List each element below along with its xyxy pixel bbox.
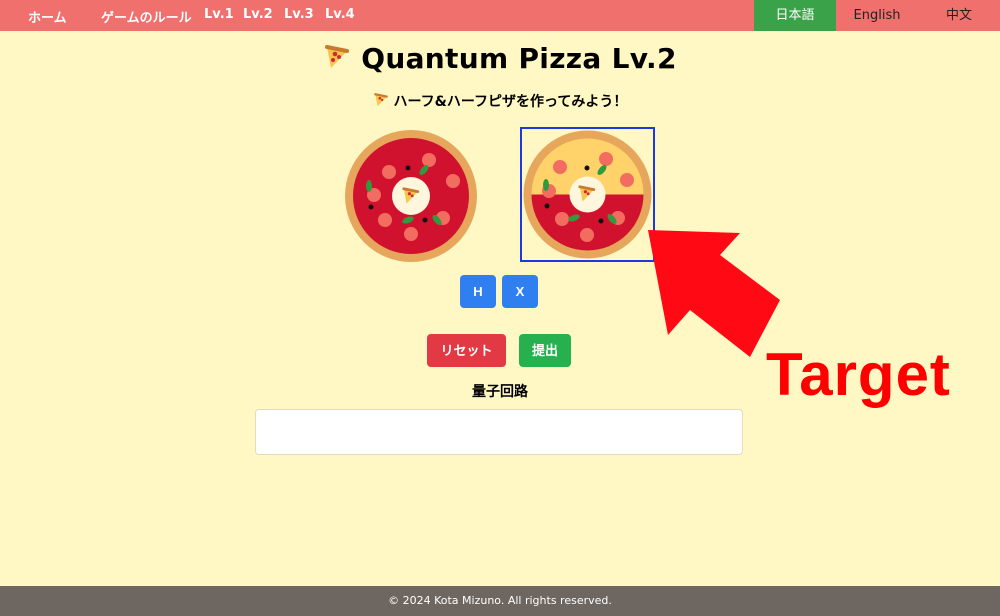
page-subtitle: ハーフ&ハーフピザを作ってみよう！ xyxy=(0,91,1000,112)
nav-lv4-link[interactable]: Lv.4 xyxy=(325,7,355,22)
page-subtitle-text: ハーフ&ハーフピザを作ってみよう！ xyxy=(393,94,628,110)
lang-english-button[interactable]: English xyxy=(838,0,916,31)
nav-rules-link[interactable]: ゲームのルール xyxy=(101,7,192,26)
x-gate-button[interactable]: X xyxy=(502,275,538,308)
nav-lv1-link[interactable]: Lv.1 xyxy=(204,7,234,22)
page-title-text: Quantum Pizza Lv.2 xyxy=(361,42,677,75)
half-and-half-pizza-icon xyxy=(523,130,652,259)
lang-chinese-button[interactable]: 中文 xyxy=(920,0,998,31)
tomato-pizza-icon xyxy=(345,130,477,262)
current-pizza xyxy=(344,129,478,263)
lang-japanese-button[interactable]: 日本語 xyxy=(754,0,836,31)
target-pizza xyxy=(520,127,655,262)
quantum-circuit-area[interactable] xyxy=(255,409,743,455)
page-title: Quantum Pizza Lv.2 xyxy=(0,42,1000,78)
nav-lv3-link[interactable]: Lv.3 xyxy=(284,7,314,22)
h-gate-button[interactable]: H xyxy=(460,275,496,308)
nav-home-link[interactable]: ホーム xyxy=(28,7,67,26)
target-annotation-label: Target xyxy=(766,341,951,408)
reset-button[interactable]: リセット xyxy=(427,334,506,367)
footer: © 2024 Kota Mizuno. All rights reserved. xyxy=(0,586,1000,616)
pizza-slice-icon xyxy=(373,92,389,112)
pizza-slice-icon xyxy=(323,43,351,78)
nav-lv2-link[interactable]: Lv.2 xyxy=(243,7,273,22)
submit-button[interactable]: 提出 xyxy=(519,334,571,367)
top-nav: ホーム ゲームのルール Lv.1 Lv.2 Lv.3 Lv.4 日本語 Engl… xyxy=(0,0,1000,31)
